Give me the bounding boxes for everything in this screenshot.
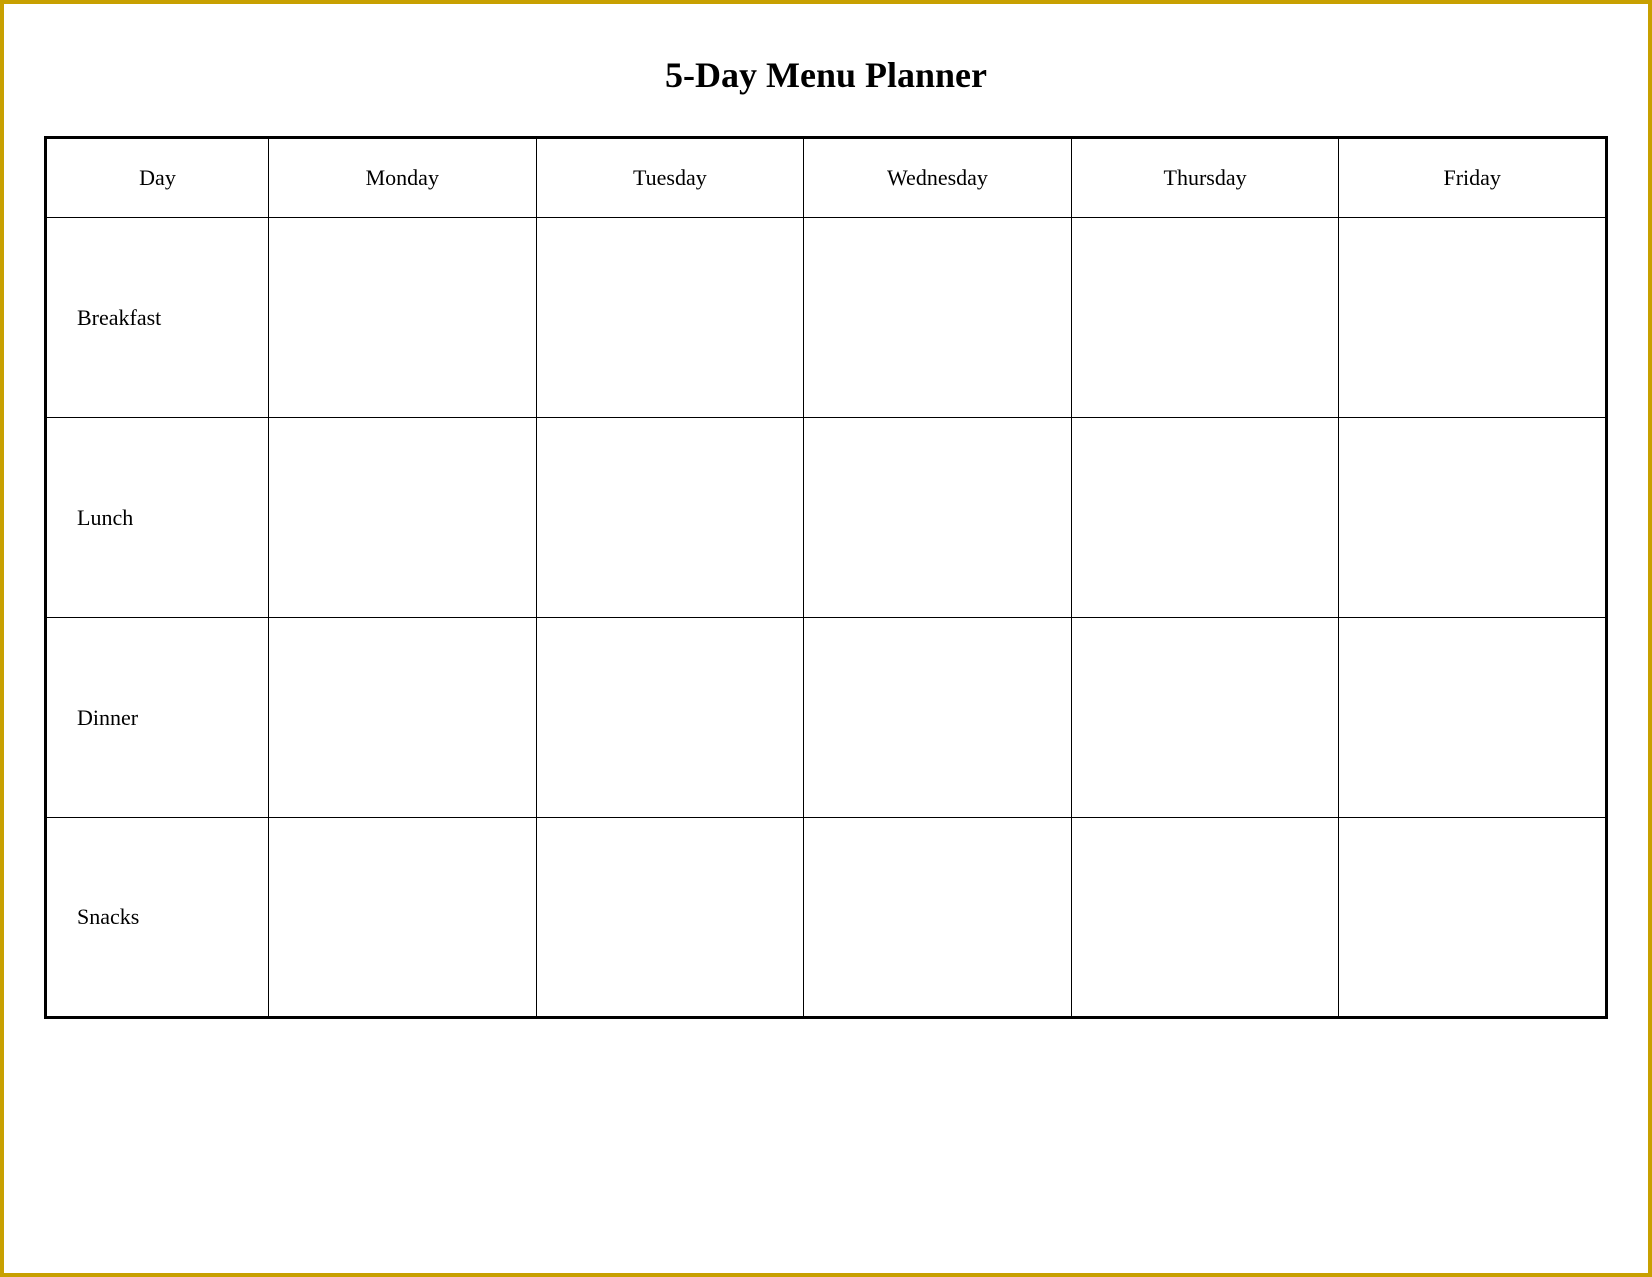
- breakfast-label: Breakfast: [46, 218, 269, 418]
- snacks-thursday[interactable]: [1071, 818, 1339, 1018]
- header-day: Day: [46, 138, 269, 218]
- breakfast-wednesday[interactable]: [804, 218, 1072, 418]
- header-row: Day Monday Tuesday Wednesday Thursday Fr…: [46, 138, 1607, 218]
- dinner-wednesday[interactable]: [804, 618, 1072, 818]
- dinner-tuesday[interactable]: [536, 618, 804, 818]
- dinner-friday[interactable]: [1339, 618, 1607, 818]
- header-tuesday: Tuesday: [536, 138, 804, 218]
- menu-planner-table: Day Monday Tuesday Wednesday Thursday Fr…: [44, 136, 1608, 1019]
- snacks-tuesday[interactable]: [536, 818, 804, 1018]
- breakfast-friday[interactable]: [1339, 218, 1607, 418]
- header-friday: Friday: [1339, 138, 1607, 218]
- breakfast-monday[interactable]: [269, 218, 537, 418]
- lunch-thursday[interactable]: [1071, 418, 1339, 618]
- header-wednesday: Wednesday: [804, 138, 1072, 218]
- table-row: Breakfast: [46, 218, 1607, 418]
- lunch-label: Lunch: [46, 418, 269, 618]
- snacks-wednesday[interactable]: [804, 818, 1072, 1018]
- lunch-tuesday[interactable]: [536, 418, 804, 618]
- header-monday: Monday: [269, 138, 537, 218]
- dinner-label: Dinner: [46, 618, 269, 818]
- header-thursday: Thursday: [1071, 138, 1339, 218]
- table-row: Dinner: [46, 618, 1607, 818]
- snacks-monday[interactable]: [269, 818, 537, 1018]
- lunch-wednesday[interactable]: [804, 418, 1072, 618]
- table-row: Snacks: [46, 818, 1607, 1018]
- snacks-friday[interactable]: [1339, 818, 1607, 1018]
- dinner-monday[interactable]: [269, 618, 537, 818]
- lunch-friday[interactable]: [1339, 418, 1607, 618]
- snacks-label: Snacks: [46, 818, 269, 1018]
- breakfast-thursday[interactable]: [1071, 218, 1339, 418]
- lunch-monday[interactable]: [269, 418, 537, 618]
- table-row: Lunch: [46, 418, 1607, 618]
- breakfast-tuesday[interactable]: [536, 218, 804, 418]
- dinner-thursday[interactable]: [1071, 618, 1339, 818]
- page-title: 5-Day Menu Planner: [665, 54, 987, 96]
